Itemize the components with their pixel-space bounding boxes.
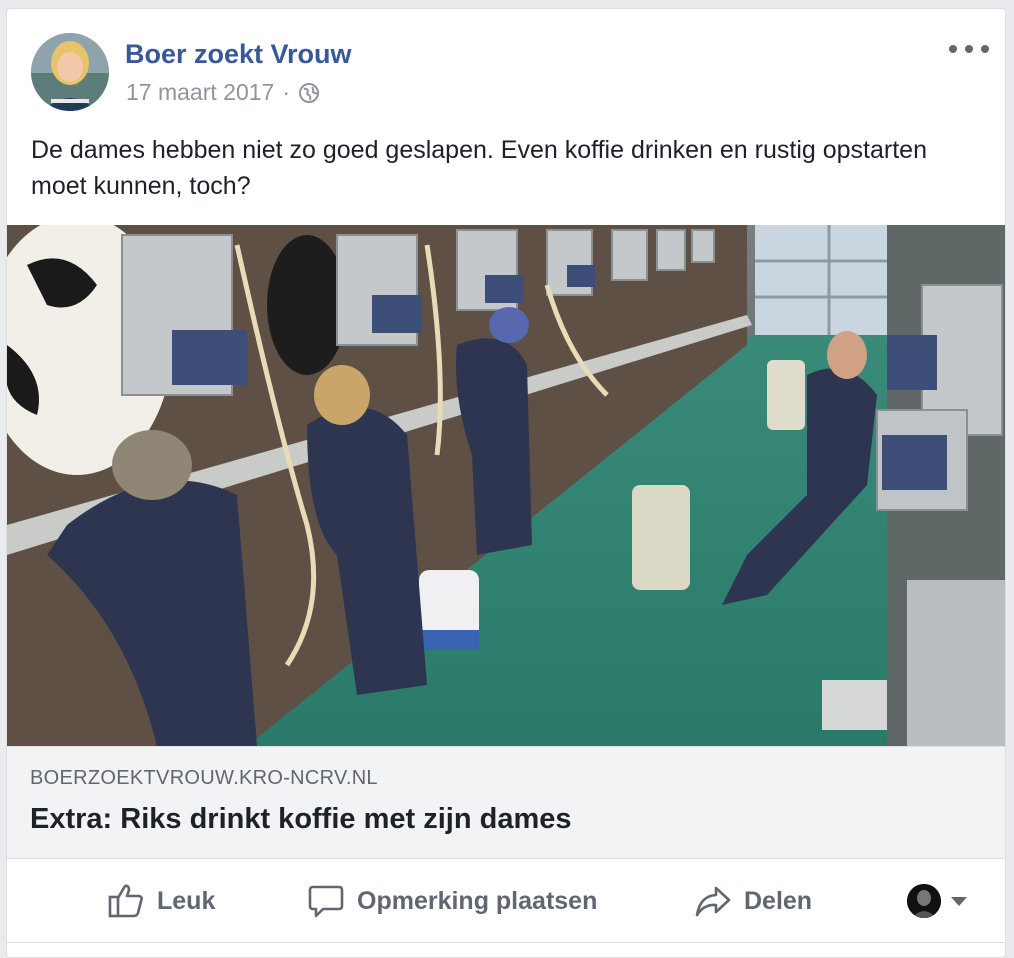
meta-separator: · <box>282 79 290 105</box>
page-avatar[interactable] <box>31 33 109 111</box>
post-card: Boer zoekt Vrouw 17 maart 2017 · De dame… <box>6 8 1006 958</box>
link-preview[interactable]: BOERZOEKTVROUW.KRO-NCRV.NL Extra: Riks d… <box>7 746 1005 859</box>
globe-icon[interactable] <box>298 82 320 104</box>
thumbs-up-icon <box>107 882 145 920</box>
post-text: De dames hebben niet zo goed geslapen. E… <box>31 136 927 200</box>
action-bar: Leuk Opmerking plaatsen Delen <box>7 859 1005 943</box>
comment-icon <box>307 882 345 920</box>
share-button[interactable]: Delen <box>694 881 812 921</box>
page-name-link[interactable]: Boer zoekt Vrouw <box>125 39 352 70</box>
comment-label: Opmerking plaatsen <box>357 886 598 915</box>
more-options-icon[interactable] <box>949 37 989 61</box>
like-label: Leuk <box>157 886 216 915</box>
like-button[interactable]: Leuk <box>107 881 215 921</box>
viewer-avatar <box>907 884 941 918</box>
share-icon <box>694 882 732 920</box>
link-title[interactable]: Extra: Riks drinkt koffie met zijn dames <box>30 803 571 836</box>
post-date[interactable]: 17 maart 2017 <box>126 79 274 106</box>
post-as-selector[interactable] <box>907 884 967 918</box>
share-label: Delen <box>744 886 813 915</box>
post-photo[interactable] <box>7 225 1005 746</box>
link-domain: BOERZOEKTVROUW.KRO-NCRV.NL <box>30 767 378 789</box>
chevron-down-icon <box>951 896 967 906</box>
comment-button[interactable]: Opmerking plaatsen <box>307 881 597 921</box>
post-meta: 17 maart 2017 · <box>126 79 320 106</box>
